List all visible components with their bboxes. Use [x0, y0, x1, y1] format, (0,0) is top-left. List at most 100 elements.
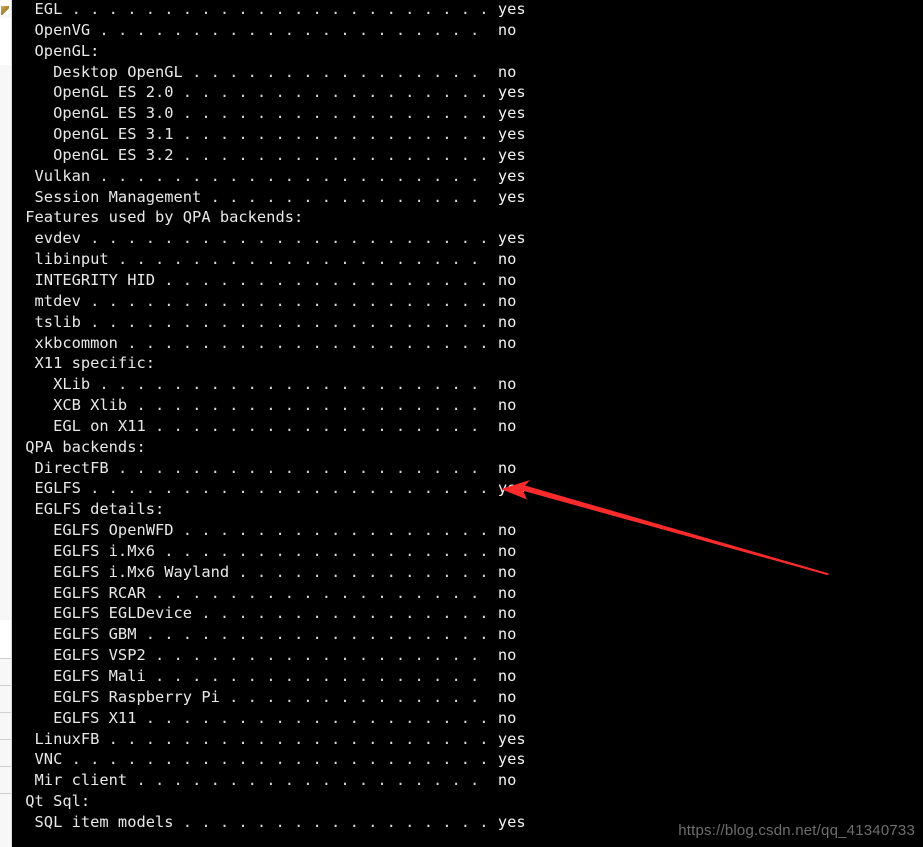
- dot-leader: . . . . . . . . . . . . . . . . .: [173, 521, 489, 540]
- feature-value: no: [488, 312, 517, 331]
- sliver-divider: [0, 712, 11, 713]
- terminal-line: evdev . . . . . . . . . . . . . . . . . …: [12, 228, 923, 249]
- feature-value: yes: [488, 145, 526, 164]
- feature-value: no: [488, 708, 517, 727]
- dot-leader: . . . . . . . . . . . . . . . . . .: [155, 270, 489, 289]
- terminal-line-list: EGL . . . . . . . . . . . . . . . . . . …: [12, 0, 923, 833]
- feature-value: yes: [488, 166, 526, 185]
- terminal-line: VNC . . . . . . . . . . . . . . . . . . …: [12, 749, 923, 770]
- dot-leader: . . . . . . . . . . . . . . . . .: [173, 812, 489, 831]
- feature-value: no: [488, 604, 517, 623]
- feature-value: no: [488, 250, 517, 269]
- feature-value: yes: [488, 750, 526, 769]
- feature-label: OpenGL ES 3.2: [16, 145, 174, 164]
- feature-value: no: [488, 646, 517, 665]
- dot-leader: . . . . . . . . . . . . . . . . . . . . …: [80, 312, 489, 331]
- feature-value: no: [488, 20, 517, 39]
- csdn-watermark: https://blog.csdn.net/qq_41340733: [678, 822, 915, 839]
- feature-label: EGLFS i.Mx6: [16, 541, 155, 560]
- feature-label: VNC: [16, 750, 63, 769]
- dot-leader: . . . . . . . . . . . . . . . . . .: [155, 541, 489, 560]
- terminal-line: OpenVG . . . . . . . . . . . . . . . . .…: [12, 20, 923, 41]
- dot-leader: . . . . . . . . . . . . . .: [219, 687, 489, 706]
- feature-label: EGLFS Raspberry Pi: [16, 687, 220, 706]
- terminal-line: OpenGL:: [12, 41, 923, 62]
- terminal-line: xkbcommon . . . . . . . . . . . . . . . …: [12, 333, 923, 354]
- feature-label: LinuxFB: [16, 729, 100, 748]
- terminal-line: EGLFS VSP2 . . . . . . . . . . . . . . .…: [12, 645, 923, 666]
- dot-leader: . . . . . . . . . . . . . . . . . . . . …: [80, 229, 489, 248]
- dot-leader: . . . . . . . . . . . . . . . . . . .: [127, 771, 489, 790]
- feature-value: no: [488, 375, 517, 394]
- terminal-line: EGLFS i.Mx6 Wayland . . . . . . . . . . …: [12, 562, 923, 583]
- feature-label: Vulkan: [16, 166, 91, 185]
- sliver-divider: [0, 658, 11, 659]
- dot-leader: . . . . . . . . . . . . . . . . . .: [145, 416, 489, 435]
- terminal-line: EGLFS i.Mx6 . . . . . . . . . . . . . . …: [12, 541, 923, 562]
- feature-label: Mir client: [16, 771, 128, 790]
- dot-leader: . . . . . . . . . . . . . . . .: [192, 604, 489, 623]
- dot-leader: . . . . . . . . . . . . . . . . . . .: [127, 396, 489, 415]
- feature-label: libinput: [16, 250, 109, 269]
- feature-label: X11 specific:: [16, 354, 155, 373]
- feature-value: yes: [488, 229, 526, 248]
- feature-value: no: [488, 396, 517, 415]
- feature-value: no: [488, 62, 517, 81]
- sliver-white-band-top: [0, 18, 11, 65]
- terminal-line: LinuxFB . . . . . . . . . . . . . . . . …: [12, 729, 923, 750]
- sliver-divider: [0, 739, 11, 740]
- dot-leader: . . . . . . . . . . . . . . . . . . . . …: [90, 375, 489, 394]
- feature-value: no: [488, 458, 517, 477]
- terminal-line: Mir client . . . . . . . . . . . . . . .…: [12, 770, 923, 791]
- dot-leader: . . . . . . . . . . . . . . . . . . . .: [108, 250, 489, 269]
- dot-leader: . . . . . . . . . . . . . . . . . . . .: [108, 458, 489, 477]
- feature-value: yes: [488, 187, 526, 206]
- terminal-line: OpenGL ES 2.0 . . . . . . . . . . . . . …: [12, 82, 923, 103]
- terminal-output-pane[interactable]: EGL . . . . . . . . . . . . . . . . . . …: [12, 0, 923, 847]
- feature-value: no: [488, 667, 517, 685]
- feature-value: yes: [488, 812, 526, 831]
- feature-value: yes: [488, 83, 526, 102]
- terminal-line: libinput . . . . . . . . . . . . . . . .…: [12, 249, 923, 270]
- dot-leader: . . . . . . . . . . . . . . . . . . . . …: [62, 0, 489, 18]
- feature-value: yes: [488, 104, 526, 123]
- feature-value: no: [488, 291, 517, 310]
- feature-label: EGLFS RCAR: [16, 583, 146, 602]
- feature-value: no: [488, 687, 517, 706]
- terminal-line: INTEGRITY HID . . . . . . . . . . . . . …: [12, 270, 923, 291]
- terminal-line: DirectFB . . . . . . . . . . . . . . . .…: [12, 458, 923, 479]
- terminal-line: EGLFS X11 . . . . . . . . . . . . . . . …: [12, 708, 923, 729]
- feature-label: INTEGRITY HID: [16, 270, 155, 289]
- feature-label: XLib: [16, 375, 91, 394]
- feature-value: yes: [488, 125, 526, 144]
- feature-label: EGLFS Mali: [16, 667, 146, 685]
- terminal-line: EGLFS RCAR . . . . . . . . . . . . . . .…: [12, 583, 923, 604]
- feature-label: OpenVG: [16, 20, 91, 39]
- feature-value: yes: [488, 729, 526, 748]
- dot-leader: . . . . . . . . . . . . . . . . .: [173, 145, 489, 164]
- feature-label: evdev: [16, 229, 81, 248]
- screenshot-root: EGL . . . . . . . . . . . . . . . . . . …: [0, 0, 923, 847]
- cursor-icon: [1, 6, 9, 15]
- terminal-line: EGLFS details:: [12, 499, 923, 520]
- dot-leader: . . . . . . . . . . . . . . . . . . . . …: [90, 20, 489, 39]
- sliver-white-band-bottom: [0, 620, 11, 658]
- sliver-divider: [0, 685, 11, 686]
- terminal-line: EGLFS GBM . . . . . . . . . . . . . . . …: [12, 624, 923, 645]
- terminal-line: OpenGL ES 3.0 . . . . . . . . . . . . . …: [12, 103, 923, 124]
- dot-leader: . . . . . . . . . . . . . . . . . . .: [136, 625, 489, 644]
- terminal-line: EGL on X11 . . . . . . . . . . . . . . .…: [12, 416, 923, 437]
- feature-label: Features used by QPA backends:: [16, 208, 304, 227]
- terminal-line: Features used by QPA backends:: [12, 207, 923, 228]
- feature-label: Desktop OpenGL: [16, 62, 183, 81]
- feature-label: Qt Sql:: [16, 792, 91, 811]
- feature-label: OpenGL:: [16, 41, 100, 60]
- background-page-sliver: [0, 0, 12, 847]
- feature-value: no: [488, 270, 517, 289]
- dot-leader: . . . . . . . . . . . . . . . . .: [173, 104, 489, 123]
- feature-value: no: [488, 416, 517, 435]
- feature-value: no: [488, 625, 517, 644]
- feature-value: no: [488, 541, 517, 560]
- feature-label: SQL item models: [16, 812, 174, 831]
- feature-label: Session Management: [16, 187, 202, 206]
